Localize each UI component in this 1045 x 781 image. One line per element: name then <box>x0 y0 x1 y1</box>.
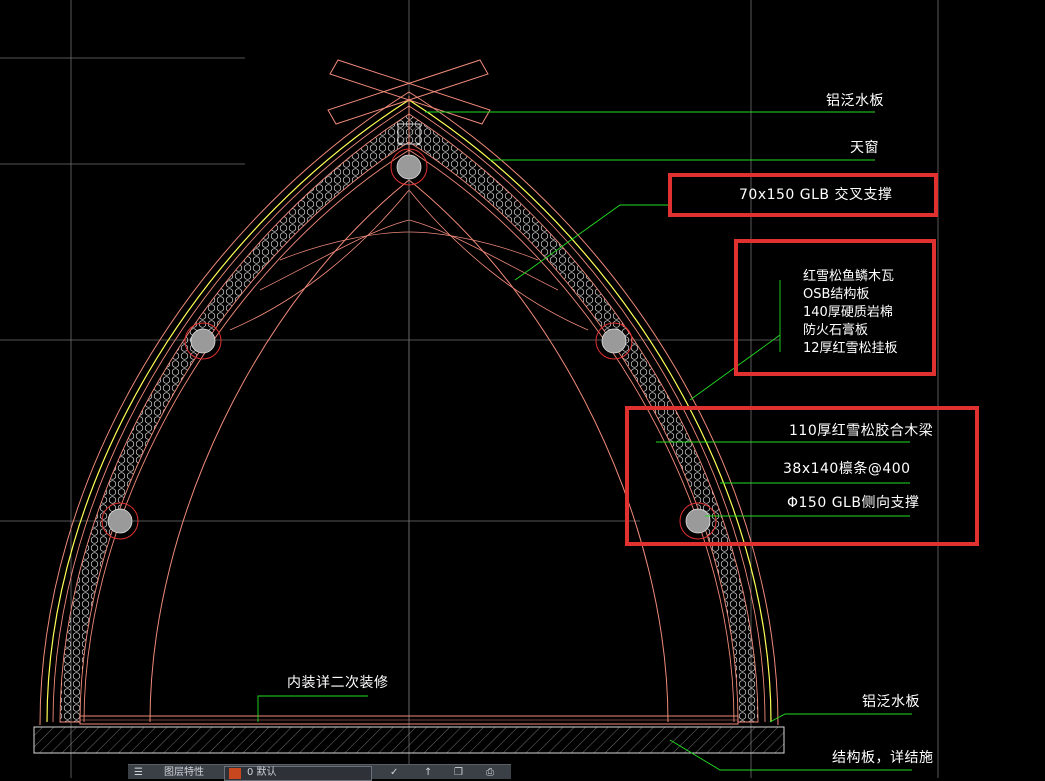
grid-lines <box>0 0 939 778</box>
layer-properties-icon[interactable]: ☰ <box>134 767 143 779</box>
label-structure-board: 结构板，详结施 <box>832 750 934 766</box>
layer-properties-label[interactable]: 图层特性 <box>164 767 204 779</box>
print-icon[interactable]: ⎙ <box>486 767 494 779</box>
copy-layer-icon[interactable]: ❐ <box>454 767 463 779</box>
layer-dropdown-value: 0 默认 <box>247 767 277 778</box>
label-glulam-beam: 110厚红雪松胶合木梁 <box>789 423 934 439</box>
layer-dropdown[interactable]: 0 默认 <box>224 766 372 781</box>
layer-item: OSB结构板 <box>803 287 870 302</box>
cad-drawing-canvas[interactable] <box>0 0 1045 778</box>
label-skylight: 天窗 <box>850 140 879 156</box>
layer-list: 红雪松鱼鳞木瓦 OSB结构板 140厚硬质岩棉 防火石膏板 12厚红雪松挂板 <box>803 268 898 358</box>
leader-lines <box>257 111 912 771</box>
layer-item: 红雪松鱼鳞木瓦 <box>803 269 895 284</box>
layer-item: 12厚红雪松挂板 <box>803 341 898 356</box>
previous-layer-icon[interactable]: ↑ <box>424 767 432 779</box>
match-layer-icon[interactable]: ✓ <box>390 767 398 779</box>
label-cross-brace: 70x150 GLB 交叉支撑 <box>739 187 893 203</box>
label-purlin: 38x140檩条@400 <box>783 461 911 477</box>
layer-toolbar[interactable]: ☰ 图层特性 0 默认 ✓ ↑ ❐ ⎙ <box>128 764 511 781</box>
layer-item: 140厚硬质岩棉 <box>803 305 893 320</box>
label-flashing-top: 铝泛水板 <box>826 93 884 109</box>
layer-item: 防火石膏板 <box>803 323 869 338</box>
label-side-brace: Φ150 GLB侧向支撑 <box>787 495 920 511</box>
label-interior: 内装详二次装修 <box>287 675 389 691</box>
layer-color-swatch <box>229 768 241 779</box>
label-flashing-bottom: 铝泛水板 <box>862 694 920 710</box>
